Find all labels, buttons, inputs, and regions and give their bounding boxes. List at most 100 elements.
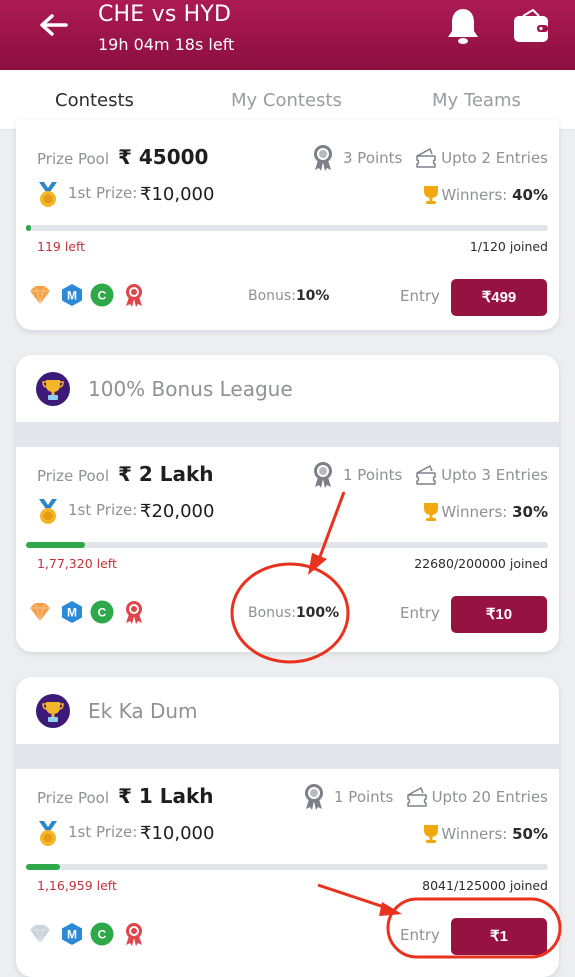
league-divider <box>16 422 559 447</box>
contest-badges: M C <box>28 922 158 948</box>
points-text: 1 Points <box>343 466 403 484</box>
contest-badges: M C <box>28 283 158 309</box>
confirmed-c-icon: C <box>90 283 114 307</box>
svg-text:C: C <box>98 606 107 620</box>
svg-text:C: C <box>98 289 107 303</box>
confirmed-c-icon: C <box>90 922 114 946</box>
match-countdown: 19h 04m 18s left <box>98 35 235 54</box>
diamond-icon <box>30 924 50 944</box>
winners-value: 40% <box>512 186 548 204</box>
contest-card[interactable]: Prize Pool ₹ 45000 3 Points Upto 2 Entri… <box>16 120 559 330</box>
spots-progress-fill <box>26 864 60 870</box>
wallet-button[interactable] <box>511 8 551 44</box>
first-prize-value: ₹10,000 <box>140 823 215 844</box>
points-rosette-icon <box>314 145 332 171</box>
entries-ticket-icon <box>416 148 436 168</box>
app-header: CHE vs HYD 19h 04m 18s left <box>0 0 575 70</box>
league-header: 100% Bonus League <box>16 355 559 422</box>
svg-text:M: M <box>67 606 77 620</box>
winners-trophy-icon <box>424 186 438 204</box>
spots-left: 1,77,320 left <box>37 556 117 571</box>
first-prize-label: 1st Prize: <box>68 823 138 841</box>
match-title: CHE vs HYD <box>98 2 232 27</box>
multi-entry-m-icon: M <box>62 601 82 623</box>
spots-progress-fill <box>26 542 86 548</box>
wallet-icon <box>514 8 548 42</box>
join-entry-fee-button[interactable]: ₹1 <box>451 918 547 955</box>
join-entry-fee-button[interactable]: ₹10 <box>451 596 547 633</box>
tab-my-contests[interactable]: My Contests <box>231 90 342 111</box>
prize-pool-value: ₹ 1 Lakh <box>118 784 214 808</box>
points-rosette-icon <box>305 784 323 810</box>
league-name: 100% Bonus League <box>88 377 293 401</box>
league-header: Ek Ka Dum <box>16 677 559 744</box>
tab-my-teams[interactable]: My Teams <box>432 90 521 111</box>
winners-text: Winners: 50% <box>441 825 548 843</box>
diamond-icon <box>30 285 50 305</box>
contest-card[interactable]: Ek Ka Dum Prize Pool ₹ 1 Lakh 1 Points U… <box>16 677 559 977</box>
league-divider <box>16 744 559 769</box>
tab-contests[interactable]: Contests <box>55 90 134 111</box>
winners-label: Winners: <box>441 186 508 204</box>
entry-label: Entry <box>400 604 440 622</box>
winners-label: Winners: <box>441 503 508 521</box>
winners-value: 50% <box>512 825 548 843</box>
bonus-text: Bonus:10% <box>248 288 329 304</box>
prize-pool-label: Prize Pool <box>37 467 110 485</box>
entry-label: Entry <box>400 926 440 944</box>
winners-trophy-icon <box>424 825 438 843</box>
bonus-text: Bonus:100% <box>248 605 339 621</box>
diamond-icon <box>30 602 50 622</box>
max-entries-text: Upto 3 Entries <box>441 466 548 484</box>
notifications-button[interactable] <box>444 6 482 46</box>
spots-progress-bar <box>26 542 548 548</box>
points-rosette-icon <box>314 462 332 488</box>
points-text: 1 Points <box>334 788 394 806</box>
spots-progress-fill <box>26 225 31 231</box>
spots-joined: 8041/125000 joined <box>422 878 548 893</box>
first-prize-medal-icon <box>39 499 57 524</box>
contest-card[interactable]: 100% Bonus League Prize Pool ₹ 2 Lakh 1 … <box>16 355 559 652</box>
winners-text: Winners: 30% <box>441 503 548 521</box>
first-prize-value: ₹20,000 <box>140 501 215 522</box>
league-name: Ek Ka Dum <box>88 699 198 723</box>
league-trophy-icon <box>36 372 70 406</box>
back-arrow-icon <box>40 14 68 36</box>
bonus-label: Bonus: <box>248 605 296 621</box>
winners-value: 30% <box>512 503 548 521</box>
svg-text:M: M <box>67 289 77 303</box>
back-button[interactable] <box>36 10 72 40</box>
first-prize-medal-icon <box>39 182 57 207</box>
svg-text:C: C <box>98 928 107 942</box>
bonus-value: 10% <box>295 288 330 304</box>
spots-progress-bar <box>26 225 548 231</box>
reward-ribbon-icon <box>126 923 142 946</box>
first-prize-value: ₹10,000 <box>140 184 215 205</box>
first-prize-label: 1st Prize: <box>68 184 138 202</box>
spots-joined: 22680/200000 joined <box>414 556 548 571</box>
spots-left: 119 left <box>37 239 86 254</box>
multi-entry-m-icon: M <box>62 923 82 945</box>
prize-pool-label: Prize Pool <box>37 789 110 807</box>
entry-label: Entry <box>400 287 440 305</box>
spots-left: 1,16,959 left <box>37 878 117 893</box>
bonus-label: Bonus: <box>248 288 296 304</box>
join-entry-fee-button[interactable]: ₹499 <box>451 279 547 316</box>
prize-pool-value: ₹ 45000 <box>118 145 209 169</box>
bonus-value: 100% <box>295 605 340 621</box>
reward-ribbon-icon <box>126 284 142 307</box>
winners-text: Winners: 40% <box>441 186 548 204</box>
entries-ticket-icon <box>416 465 436 485</box>
winners-label: Winners: <box>441 825 508 843</box>
points-text: 3 Points <box>343 149 403 167</box>
first-prize-medal-icon <box>39 821 57 846</box>
bell-icon <box>448 9 478 44</box>
prize-pool-label: Prize Pool <box>37 150 110 168</box>
first-prize-label: 1st Prize: <box>68 501 138 519</box>
reward-ribbon-icon <box>126 601 142 624</box>
max-entries-text: Upto 2 Entries <box>441 149 548 167</box>
contest-badges: M C <box>28 600 158 626</box>
svg-text:M: M <box>67 928 77 942</box>
max-entries-text: Upto 20 Entries <box>431 788 548 806</box>
spots-joined: 1/120 joined <box>469 239 548 254</box>
